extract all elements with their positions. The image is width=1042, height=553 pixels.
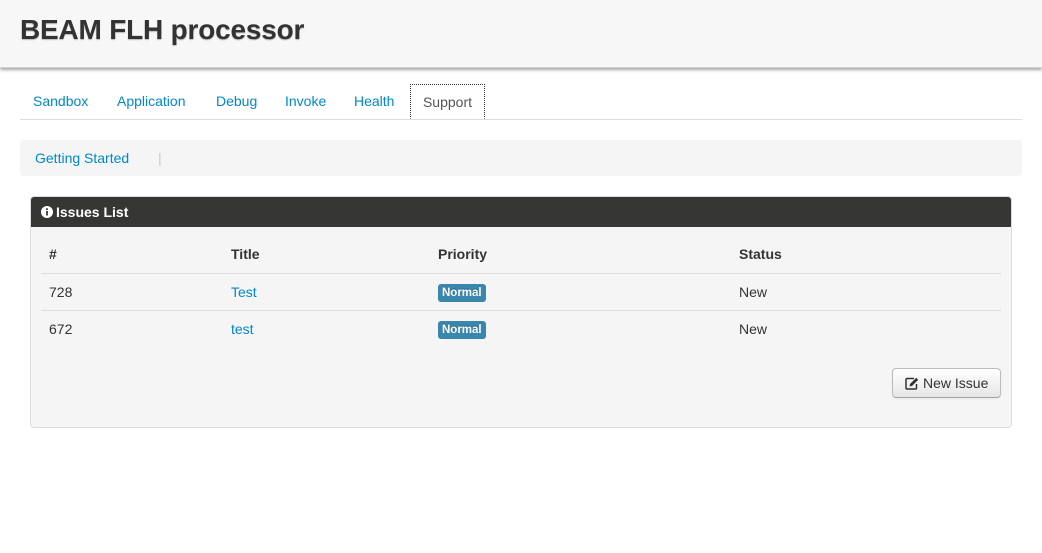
table-row: 672 test Normal New [41, 311, 1001, 348]
issue-title-link[interactable]: Test [231, 284, 257, 300]
column-header-priority: Priority [430, 235, 731, 274]
issues-table: # Title Priority Status 728 Test Normal … [41, 235, 1001, 347]
issue-title-link[interactable]: test [231, 321, 254, 337]
tab-invoke[interactable]: Invoke [285, 84, 326, 119]
tab-application[interactable]: Application [117, 84, 186, 119]
priority-badge: Normal [438, 320, 486, 339]
issue-status: New [739, 321, 768, 337]
subnav-getting-started-link[interactable]: Getting Started [35, 140, 129, 177]
main-tabs: Sandbox Application Debug Invoke Health … [20, 84, 1022, 120]
issues-panel-title: Issues List [56, 204, 129, 220]
issue-number: 728 [41, 273, 223, 311]
new-issue-button[interactable]: New Issue [892, 368, 1001, 398]
new-issue-button-label: New Issue [923, 375, 989, 391]
edit-icon [905, 377, 919, 390]
issue-status: New [731, 273, 1001, 311]
app-title: BEAM FLH processor [20, 14, 305, 45]
priority-badge: Normal [438, 283, 486, 302]
issues-panel: Issues List # Title Priority Status 728 … [30, 196, 1012, 428]
issue-number: 672 [49, 321, 73, 337]
column-header-status: Status [731, 235, 1001, 274]
issues-panel-header: Issues List [31, 197, 1011, 227]
tab-support[interactable]: Support [410, 84, 485, 119]
column-header-number: # [41, 235, 223, 274]
info-circle-icon [41, 206, 53, 218]
subnav-breadcrumb: Getting Started | [20, 140, 1022, 176]
table-header-row: # Title Priority Status [41, 235, 1001, 274]
tab-sandbox[interactable]: Sandbox [33, 84, 88, 119]
app-header: BEAM FLH processor [0, 0, 1042, 68]
column-header-title: Title [223, 235, 430, 274]
tab-health[interactable]: Health [354, 84, 394, 119]
subnav-separator: | [158, 150, 162, 166]
table-row: 728 Test Normal New [41, 273, 1001, 311]
tab-debug[interactable]: Debug [216, 84, 257, 119]
